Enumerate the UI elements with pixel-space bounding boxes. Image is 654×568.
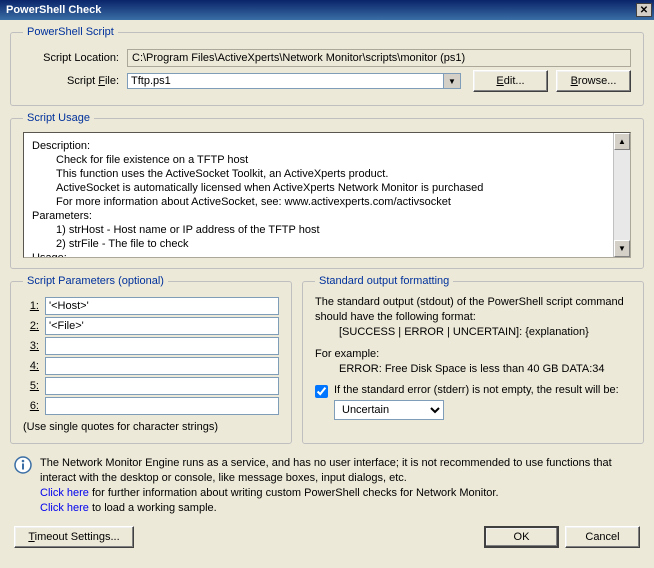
script-file-input[interactable] — [128, 74, 443, 88]
usage-line: For more information about ActiveSocket,… — [32, 195, 622, 209]
window-title: PowerShell Check — [6, 4, 636, 16]
info-text-3: to load a working sample. — [89, 502, 217, 514]
stderr-result-select[interactable]: Uncertain — [334, 400, 444, 420]
stdout-line1: The standard output (stdout) of the Powe… — [315, 295, 631, 325]
stdout-line4: ERROR: Free Disk Space is less than 40 G… — [315, 362, 631, 377]
usage-line: ActiveSocket is automatically licensed w… — [32, 181, 622, 195]
usage-line: Description: — [32, 139, 622, 153]
ok-button[interactable]: OK — [484, 526, 559, 548]
stdout-formatting-legend: Standard output formatting — [315, 275, 453, 287]
param-label-1: 1: — [23, 300, 45, 312]
param-label-6: 6: — [23, 400, 45, 412]
usage-line: 2) strFile - The file to check — [32, 237, 622, 251]
param-label-2: 2: — [23, 320, 45, 332]
info-link-1[interactable]: Click here — [40, 487, 89, 499]
script-usage-group: Script Usage Description: Check for file… — [10, 112, 644, 269]
info-icon — [14, 456, 32, 474]
info-text-2: for further information about writing cu… — [89, 487, 499, 499]
param-input-2[interactable] — [45, 317, 279, 335]
param-label-5: 5: — [23, 380, 45, 392]
param-input-5[interactable] — [45, 377, 279, 395]
info-section: The Network Monitor Engine runs as a ser… — [10, 450, 644, 520]
powershell-script-group: PowerShell Script Script Location: C:\Pr… — [10, 26, 644, 106]
stdout-line3: For example: — [315, 347, 631, 362]
script-usage-legend: Script Usage — [23, 112, 94, 124]
param-label-3: 3: — [23, 340, 45, 352]
script-location-label: Script Location: — [23, 52, 127, 64]
usage-line: This function uses the ActiveSocket Tool… — [32, 167, 622, 181]
stderr-checkbox[interactable] — [315, 385, 328, 398]
usage-line: 1) strHost - Host name or IP address of … — [32, 223, 622, 237]
browse-button[interactable]: Browse... — [556, 70, 631, 92]
close-icon: ✕ — [640, 5, 648, 16]
timeout-settings-button[interactable]: Timeout Settings... — [14, 526, 134, 548]
title-bar: PowerShell Check ✕ — [0, 0, 654, 20]
usage-line: Parameters: — [32, 209, 622, 223]
scroll-down-icon[interactable]: ▼ — [614, 240, 630, 257]
usage-text: Description: Check for file existence on… — [23, 132, 631, 258]
stdout-line2: [SUCCESS | ERROR | UNCERTAIN]: {explanat… — [315, 325, 631, 340]
usage-line: Check for file existence on a TFTP host — [32, 153, 622, 167]
param-input-3[interactable] — [45, 337, 279, 355]
info-text-1: The Network Monitor Engine runs as a ser… — [40, 456, 640, 486]
param-input-4[interactable] — [45, 357, 279, 375]
script-parameters-legend: Script Parameters (optional) — [23, 275, 168, 287]
dialog-body: PowerShell Script Script Location: C:\Pr… — [0, 20, 654, 560]
stdout-formatting-group: Standard output formatting The standard … — [302, 275, 644, 444]
usage-scrollbar[interactable]: ▲ ▼ — [613, 133, 630, 257]
param-label-4: 4: — [23, 360, 45, 372]
param-hint: (Use single quotes for character strings… — [23, 421, 279, 433]
script-location-value: C:\Program Files\ActiveXperts\Network Mo… — [127, 49, 631, 67]
usage-line: Usage: — [32, 251, 622, 258]
param-input-6[interactable] — [45, 397, 279, 415]
powershell-script-legend: PowerShell Script — [23, 26, 118, 38]
button-bar: Timeout Settings... OK Cancel — [10, 520, 644, 554]
cancel-button[interactable]: Cancel — [565, 526, 640, 548]
script-parameters-group: Script Parameters (optional) 1: 2: 3: 4:… — [10, 275, 292, 444]
close-button[interactable]: ✕ — [636, 3, 652, 17]
script-file-combo[interactable]: ▼ — [127, 73, 461, 89]
info-link-2[interactable]: Click here — [40, 502, 89, 514]
stderr-label: If the standard error (stderr) is not em… — [334, 384, 631, 396]
dropdown-icon[interactable]: ▼ — [443, 74, 460, 88]
scroll-up-icon[interactable]: ▲ — [614, 133, 630, 150]
script-file-label: Script File: — [23, 75, 127, 87]
param-input-1[interactable] — [45, 297, 279, 315]
edit-button[interactable]: Edit... — [473, 70, 548, 92]
